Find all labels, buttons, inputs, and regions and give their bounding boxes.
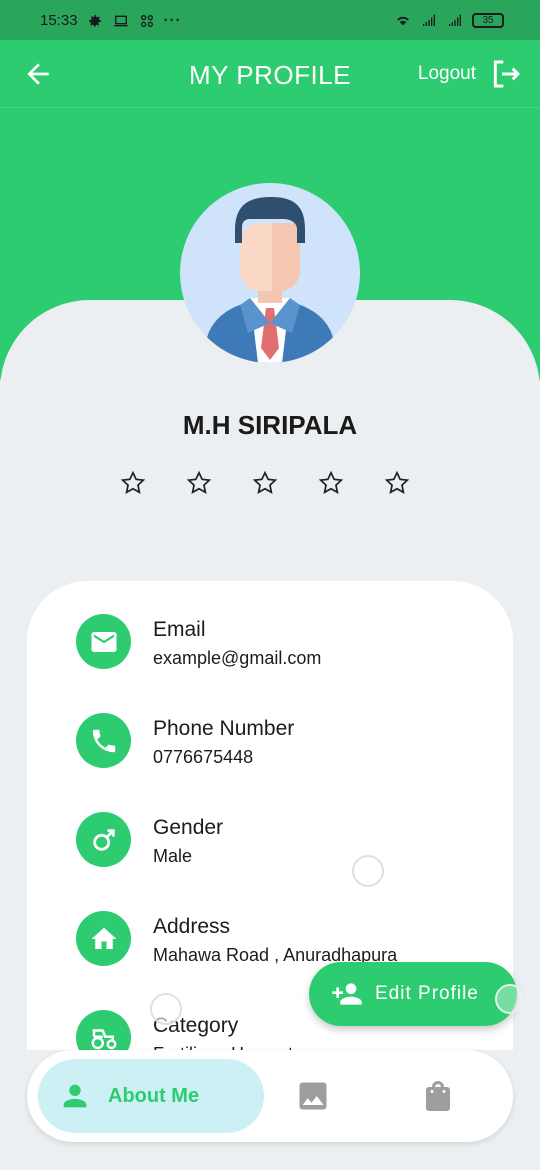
bottom-navigation: About Me	[27, 1050, 513, 1142]
email-icon	[76, 614, 131, 669]
address-label: Address	[153, 915, 231, 938]
battery-icon: 35	[472, 12, 504, 28]
laptop-icon	[113, 15, 128, 26]
phone-value: 0776675448	[153, 747, 254, 767]
touch-indicator	[150, 993, 182, 1025]
signal-icon	[449, 14, 461, 26]
person-add-icon	[332, 983, 362, 1005]
phone-row: Phone Number 0776675448	[76, 713, 294, 768]
gender-row: Gender Male	[76, 812, 223, 867]
star-icon[interactable]	[384, 470, 410, 496]
avatar	[180, 183, 360, 363]
person-icon	[63, 1084, 87, 1108]
phone-label: Phone Number	[153, 717, 295, 740]
gender-value: Male	[153, 846, 193, 866]
gender-label: Gender	[153, 816, 224, 839]
battery-level: 35	[482, 14, 494, 26]
star-icon[interactable]	[120, 470, 146, 496]
top-app-bar: MY PROFILE Logout	[0, 40, 540, 108]
tab-about-me-label: About Me	[108, 1084, 200, 1107]
more-icon: ···	[163, 12, 182, 29]
tab-shop[interactable]	[420, 1078, 454, 1114]
settings-icon	[88, 14, 101, 27]
status-time: 15:33	[40, 12, 78, 29]
address-row: Address Mahawa Road , Anuradhapura	[76, 911, 397, 966]
tab-about-me[interactable]: About Me	[38, 1059, 264, 1133]
phone-icon	[76, 713, 131, 768]
logout-label: Logout	[417, 63, 476, 84]
status-bar: 15:33 ··· 35	[0, 0, 540, 40]
wifi-icon	[397, 16, 409, 26]
star-icon[interactable]	[318, 470, 344, 496]
logout-icon	[493, 60, 521, 88]
edit-profile-label: Edit Profile	[375, 983, 479, 1004]
touch-indicator	[495, 984, 525, 1014]
rating-stars	[120, 470, 410, 496]
email-value: example@gmail.com	[153, 648, 322, 668]
apps-icon	[140, 14, 153, 27]
edit-profile-button[interactable]: Edit Profile	[309, 962, 525, 1026]
home-icon	[76, 911, 131, 966]
email-row: Email example@gmail.com	[76, 614, 321, 669]
touch-indicator	[352, 855, 384, 887]
tab-gallery[interactable]	[295, 1078, 329, 1114]
gender-male-icon	[76, 812, 131, 867]
email-label: Email	[153, 618, 206, 641]
businessman-avatar-icon	[180, 183, 360, 363]
star-icon[interactable]	[252, 470, 278, 496]
profile-name: M.H SIRIPALA	[182, 410, 358, 440]
shopping-bag-icon	[426, 1081, 450, 1111]
image-icon	[299, 1082, 327, 1110]
logout-button[interactable]: Logout	[418, 58, 522, 90]
signal-icon	[423, 14, 435, 26]
star-icon[interactable]	[186, 470, 212, 496]
